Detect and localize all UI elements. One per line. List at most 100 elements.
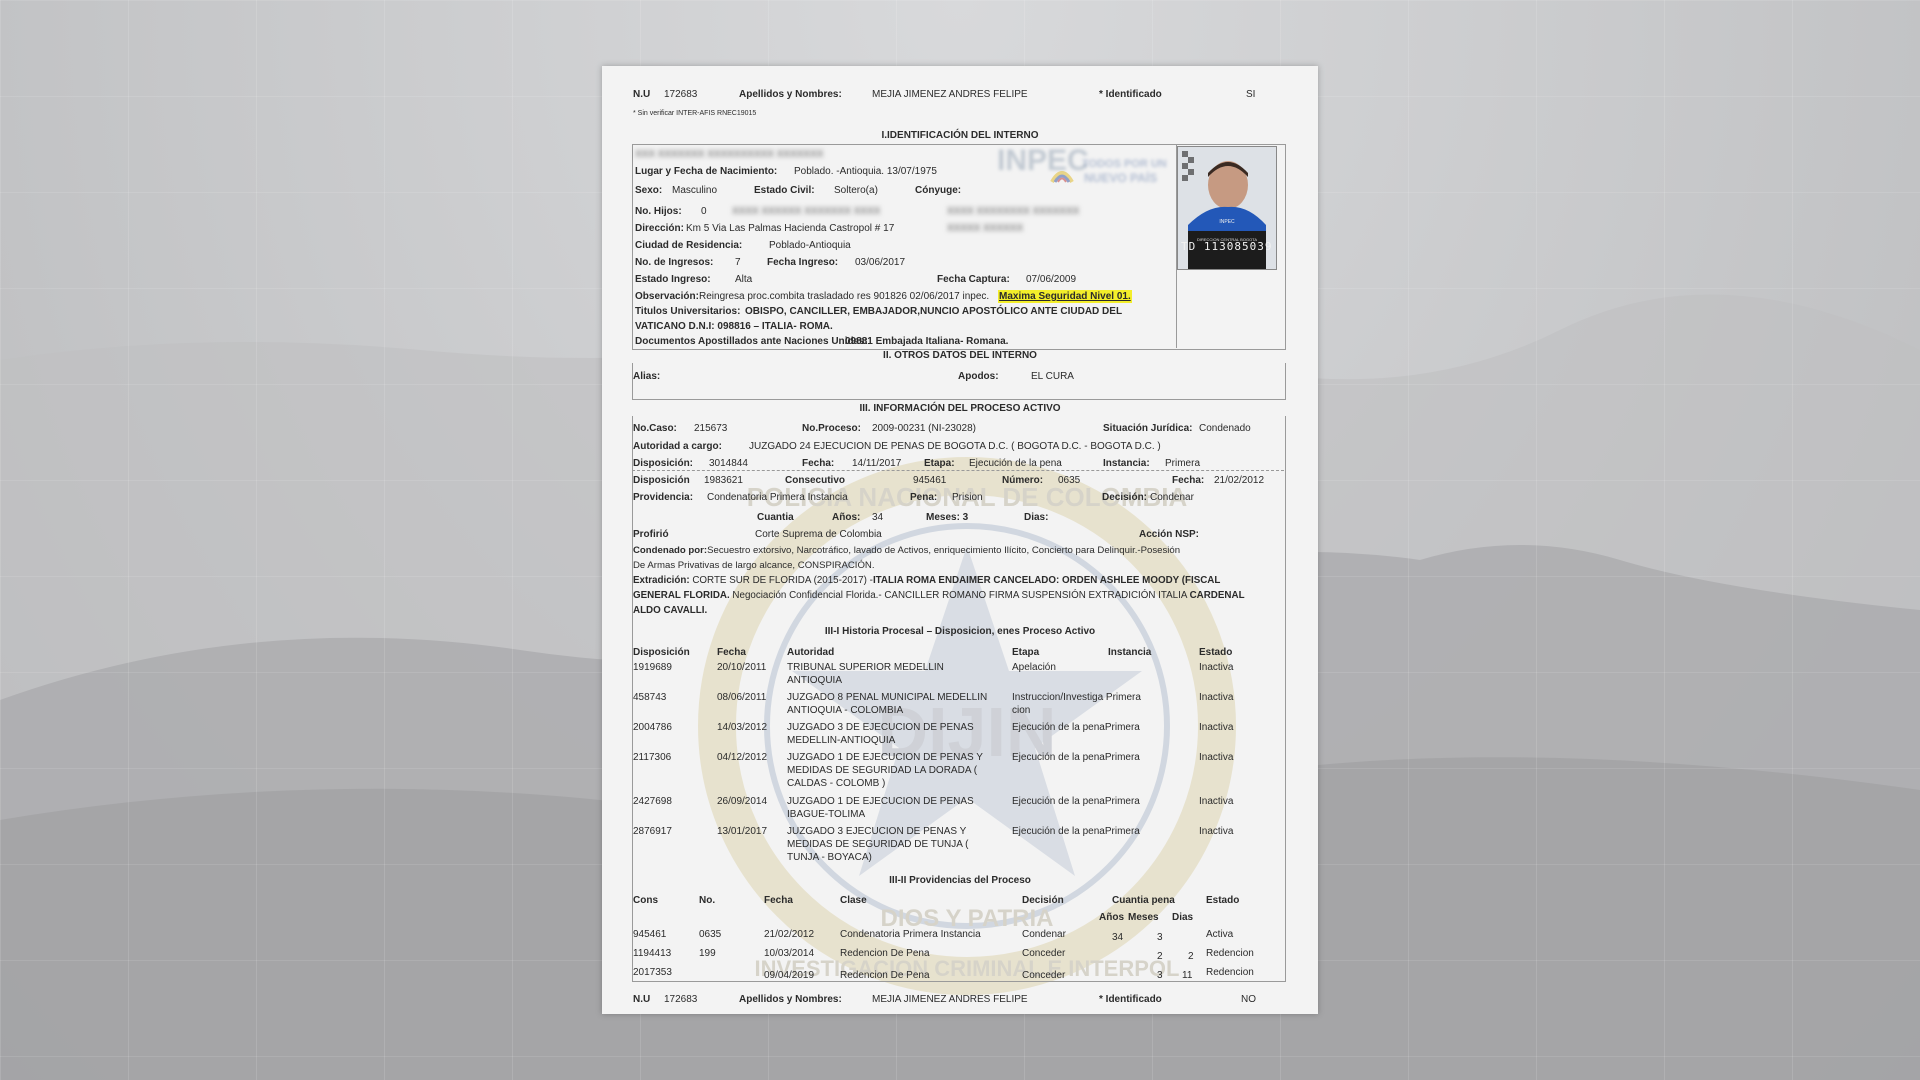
fecha-ingreso-label: Fecha Ingreso: <box>767 257 839 268</box>
prov-estado: Activa <box>1206 929 1234 940</box>
ingresos-value: 7 <box>735 257 741 268</box>
fecha-value: 14/11/2017 <box>852 458 902 469</box>
disposicion2-label: Disposición <box>633 475 690 486</box>
footer-identificado-label: * Identificado <box>1099 994 1162 1005</box>
consecutivo-value: 945461 <box>913 475 947 486</box>
direccion-value: Km 5 Via Las Palmas Hacienda Castropol #… <box>686 223 895 234</box>
historia-header-autoridad: Autoridad <box>787 647 835 658</box>
extradicion-bold-3: CARDENAL <box>1189 590 1245 601</box>
fecha-ingreso-value: 03/06/2017 <box>855 257 906 268</box>
historia-header-instancia: Instancia <box>1108 647 1152 658</box>
photo-id: TD 113085039 <box>1181 240 1273 253</box>
prov-header-no: No. <box>699 895 716 906</box>
estado-ingreso-label: Estado Ingreso: <box>635 274 711 285</box>
extradicion-value-2: Negociación Confidencial Florida.- CANCI… <box>729 590 1190 601</box>
observacion-label: Observación: <box>635 291 699 302</box>
condenado-value-1: Secuestro extorsivo, Narcotráfico, lavad… <box>707 545 1181 556</box>
alias-label: Alias: <box>633 371 661 382</box>
historia-estado: Inactiva <box>1199 826 1234 837</box>
documentos-label: Documentos Apostillados ante Naciones Un… <box>635 336 869 347</box>
extradicion-line-2: GENERAL FLORIDA. Negociación Confidencia… <box>633 589 1245 602</box>
redacted-line: XXXX XXXXXXXX XXXXXXX <box>947 206 1080 217</box>
prov-no: 0635 <box>699 929 722 940</box>
historia-autoridad-3: CALDAS - COLOMB ) <box>787 778 886 789</box>
historia-disp: 458743 <box>633 692 667 703</box>
historia-autoridad-2: ANTIOQUIA <box>787 675 843 686</box>
fecha2-value: 21/02/2012 <box>1214 475 1265 486</box>
historia-etapa: Ejecución de la penaPrimera <box>1012 752 1140 763</box>
accion-label: Acción NSP: <box>1139 529 1200 540</box>
prov-estado: Redencion <box>1206 948 1254 959</box>
direccion-label: Dirección: <box>635 223 684 234</box>
nacimiento-label: Lugar y Fecha de Nacimiento: <box>635 166 778 177</box>
prov-estado: Redencion <box>1206 967 1254 978</box>
prov-dias: 2 <box>1188 951 1194 962</box>
logo-text-1: TODOS POR UN <box>1082 158 1167 170</box>
historia-autoridad-2: MEDELLIN-ANTIOQUIA <box>787 735 896 746</box>
historia-estado: Inactiva <box>1199 662 1234 673</box>
historia-autoridad-1: JUZGADO 1 DE EJECUCION DE PENAS Y <box>787 752 983 763</box>
providencias-title: III-II Providencias del Proceso <box>889 875 1031 886</box>
profirio-value: Corte Suprema de Colombia <box>755 529 882 540</box>
titulos-value-2: VATICANO D.N.I: 098816 – ITALIA- ROMA. <box>635 321 833 332</box>
consecutivo-label: Consecutivo <box>785 475 846 486</box>
identificado-value: SI <box>1246 89 1256 100</box>
titulos-value-1: OBISPO, CANCILLER, EMBAJADOR,NUNCIO APOS… <box>745 306 1123 317</box>
prov-header-fecha: Fecha <box>764 895 793 906</box>
sexo-value: Masculino <box>672 185 718 196</box>
caso-label: No.Caso: <box>633 423 677 434</box>
fecha-captura-label: Fecha Captura: <box>937 274 1010 285</box>
historia-etapa: Apelación <box>1012 662 1056 673</box>
inmate-photo: INPEC DIRECCION CENTRAL BOGOTA TD 113085… <box>1177 146 1277 270</box>
meses-label: Meses: 3 <box>926 512 969 523</box>
ingresos-label: No. de Ingresos: <box>635 257 714 268</box>
apodos-value: EL CURA <box>1031 371 1074 382</box>
nombres-label: Apellidos y Nombres: <box>739 89 842 100</box>
etapa-value: Ejecución de la pena <box>969 458 1062 469</box>
inpec-logo: INPEC <box>997 144 1089 177</box>
prov-cons: 2017353 <box>633 967 672 978</box>
prov-meses: 3 <box>1157 970 1163 981</box>
prov-meses: 2 <box>1157 951 1163 962</box>
providencia-label: Providencia: <box>633 492 694 503</box>
fecha2-label: Fecha: <box>1172 475 1205 486</box>
historia-fecha: 20/10/2011 <box>717 662 767 673</box>
historia-disp: 2876917 <box>633 826 672 837</box>
nu-label: N.U <box>633 89 651 100</box>
prov-meses: 3 <box>1157 932 1163 943</box>
identificado-label: * Identificado <box>1099 89 1162 100</box>
decision-label: Decisión: <box>1102 492 1148 503</box>
condenado-line-1: Condenado por:Secuestro extorsivo, Narco… <box>633 544 1180 557</box>
prov-fecha: 09/04/2019 <box>764 970 815 981</box>
prov-decision: Conceder <box>1022 970 1066 981</box>
estado-ingreso-value: Alta <box>735 274 753 285</box>
historia-header-etapa: Etapa <box>1012 647 1040 658</box>
section-1-title: I.IDENTIFICACIÓN DEL INTERNO <box>881 130 1039 141</box>
historia-disp: 2117306 <box>633 752 672 763</box>
historia-autoridad-2: IBAGUE-TOLIMA <box>787 809 866 820</box>
historia-autoridad-2: ANTIOQUIA - COLOMBIA <box>787 705 904 716</box>
prov-no: 199 <box>699 948 716 959</box>
historia-header-fecha: Fecha <box>717 647 746 658</box>
colombia-flag-icon <box>1050 171 1074 184</box>
dias-label: Dias: <box>1024 512 1049 523</box>
extradicion-value-1: CORTE SUR DE FLORIDA (2015-2017) - <box>692 575 873 586</box>
prov-anos: 34 <box>1112 932 1124 943</box>
hijos-value: 0 <box>701 206 707 217</box>
prov-fecha: 21/02/2012 <box>764 929 815 940</box>
caso-value: 215673 <box>694 423 728 434</box>
profirio-label: Profirió <box>633 529 669 540</box>
historia-fecha: 08/06/2011 <box>717 692 767 703</box>
fecha-label: Fecha: <box>802 458 835 469</box>
historia-autoridad-2: MEDIDAS DE SEGURIDAD DE TUNJA ( <box>787 839 969 850</box>
historia-etapa: Ejecución de la penaPrimera <box>1012 796 1140 807</box>
footer-nu-value: 172683 <box>664 994 698 1005</box>
prov-header-cons: Cons <box>633 895 658 906</box>
extradicion-label: Extradición: <box>633 575 690 586</box>
disposicion-value: 3014844 <box>709 458 748 469</box>
autoridad-value: JUZGADO 24 EJECUCION DE PENAS DE BOGOTA … <box>749 441 1161 452</box>
pena-value: Prision <box>952 492 983 503</box>
historia-estado: Inactiva <box>1199 752 1234 763</box>
historia-disp: 1919689 <box>633 662 672 673</box>
nombres-value: MEJIA JIMENEZ ANDRES FELIPE <box>872 89 1028 100</box>
